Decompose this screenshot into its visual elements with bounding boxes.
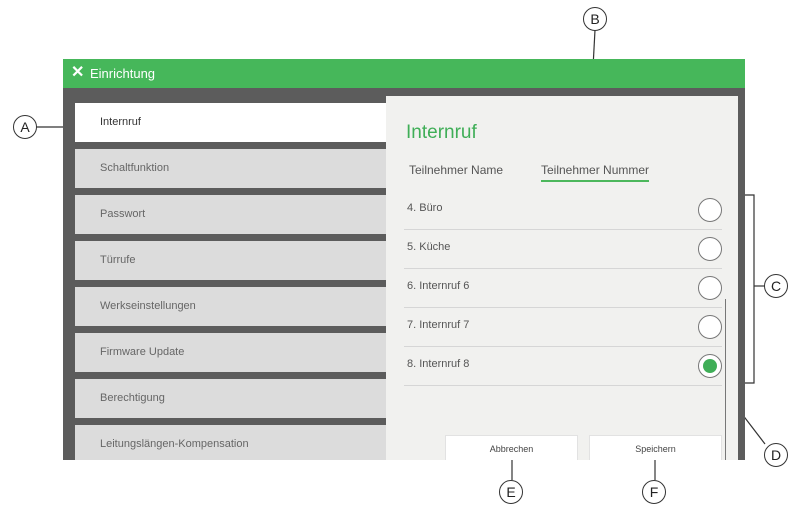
callout-d: D <box>764 443 788 467</box>
title-bar: ✕ Einrichtung <box>63 59 745 88</box>
list-item[interactable]: 4. Büro <box>404 191 722 230</box>
list-item-label: 8. Internruf 8 <box>407 358 470 370</box>
tab-teilnehmer-nummer[interactable]: Teilnehmer Nummer <box>541 163 650 182</box>
callout-e: E <box>499 480 523 504</box>
tab-teilnehmer-name[interactable]: Teilnehmer Name <box>409 163 503 177</box>
close-icon[interactable]: ✕ <box>71 64 84 82</box>
window-title: Einrichtung <box>90 66 156 81</box>
radio-button[interactable] <box>698 198 722 222</box>
list-item[interactable]: 8. Internruf 8 <box>404 347 722 386</box>
list-item-label: 5. Küche <box>407 241 451 253</box>
list-item-label: 6. Internruf 6 <box>407 280 470 292</box>
panel-title: Internruf <box>406 122 477 143</box>
callout-c: C <box>764 274 788 298</box>
list-item[interactable]: 7. Internruf 7 <box>404 308 722 347</box>
sidebar-item-firmware-update[interactable]: Firmware Update <box>75 333 386 372</box>
callout-a: A <box>13 115 37 139</box>
settings-sidebar: Internruf Schaltfunktion Passwort Türruf… <box>75 97 395 460</box>
internruf-panel: Internruf Teilnehmer Name Teilnehmer Num… <box>386 96 738 460</box>
sidebar-item-leitungslaengen[interactable]: Leitungslängen-Kompensation <box>75 425 386 460</box>
radio-button[interactable] <box>698 237 722 261</box>
cancel-button[interactable]: Abbrechen <box>445 435 578 460</box>
radio-button[interactable] <box>698 315 722 339</box>
list-item[interactable]: 5. Küche <box>404 230 722 269</box>
sidebar-item-schaltfunktion[interactable]: Schaltfunktion <box>75 149 386 188</box>
radio-button-selected[interactable] <box>698 354 722 378</box>
setup-window: ✕ Einrichtung Internruf Schaltfunktion P… <box>63 59 745 460</box>
scrollbar[interactable] <box>725 299 726 460</box>
save-button[interactable]: Speichern <box>589 435 722 460</box>
sidebar-item-berechtigung[interactable]: Berechtigung <box>75 379 386 418</box>
callout-f: F <box>642 480 666 504</box>
sidebar-item-werkseinstellungen[interactable]: Werkseinstellungen <box>75 287 386 326</box>
callout-b: B <box>583 7 607 31</box>
list-item-label: 4. Büro <box>407 202 443 214</box>
sidebar-item-internruf[interactable]: Internruf <box>75 103 386 142</box>
radio-button[interactable] <box>698 276 722 300</box>
sidebar-item-passwort[interactable]: Passwort <box>75 195 386 234</box>
list-item-label: 7. Internruf 7 <box>407 319 470 331</box>
list-item[interactable]: 6. Internruf 6 <box>404 269 722 308</box>
sidebar-item-tuerrufe[interactable]: Türrufe <box>75 241 386 280</box>
